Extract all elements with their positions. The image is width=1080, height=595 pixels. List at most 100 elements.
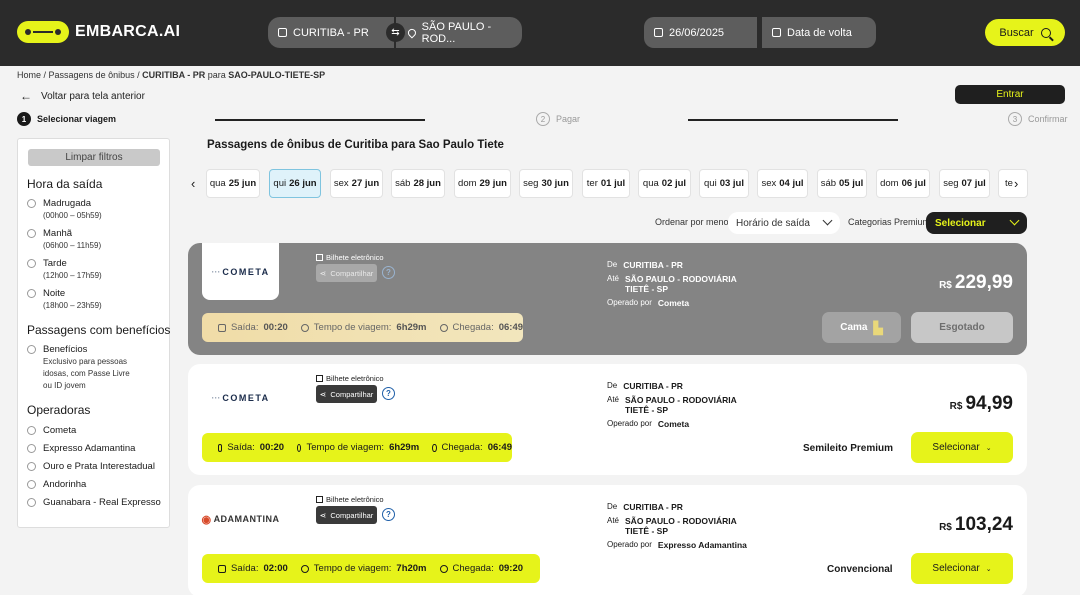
- back-label: Voltar para tela anterior: [41, 90, 145, 102]
- radio-button[interactable]: [27, 289, 36, 298]
- seat-type-cama: Cama ▙: [822, 312, 901, 343]
- help-icon[interactable]: ?: [382, 387, 395, 400]
- share-icon: ⋖: [319, 268, 327, 278]
- logo-mark-icon: [17, 21, 69, 43]
- search-button[interactable]: Buscar: [985, 19, 1065, 46]
- seat-type-label: Convencional: [827, 564, 893, 575]
- date-chip[interactable]: ter 01 jul: [582, 169, 630, 198]
- e-ticket-label: Bilhete eletrônico: [316, 374, 384, 383]
- trip-price: R$ 229,99: [939, 272, 1013, 293]
- clear-filters-button[interactable]: Limpar filtros: [28, 149, 160, 166]
- filter-operator-guanabara[interactable]: Guanabara - Real Expresso: [27, 497, 161, 509]
- breadcrumb-home[interactable]: Home: [17, 70, 41, 80]
- share-button[interactable]: ⋖ Compartilhar: [316, 264, 377, 282]
- filter-operator-adamantina[interactable]: Expresso Adamantina: [27, 443, 135, 455]
- date-chip[interactable]: sáb 28 jun: [391, 169, 445, 198]
- trip-card: ··· COMETA Bilhete eletrônico ⋖ Compartilh…: [188, 243, 1027, 355]
- filter-madrugada[interactable]: Madrugada (00h00 – 05h59): [27, 198, 102, 222]
- radio-button[interactable]: [27, 199, 36, 208]
- radio-button[interactable]: [27, 345, 36, 354]
- clock-icon: [297, 443, 302, 452]
- departure-date-value: 26/06/2025: [669, 26, 725, 39]
- radio-button[interactable]: [27, 229, 36, 238]
- date-chip[interactable]: sex 04 jul: [757, 169, 808, 198]
- swap-route-button[interactable]: ⇆: [386, 23, 405, 42]
- chevron-left-icon[interactable]: ‹: [191, 176, 195, 191]
- date-chip[interactable]: sáb 05 jul: [817, 169, 867, 198]
- operator-logo-cometa: ··· COMETA: [202, 370, 279, 426]
- arrow-left-icon: ←: [20, 89, 32, 103]
- radio-button[interactable]: [27, 480, 36, 489]
- filter-tarde[interactable]: Tarde (12h00 – 17h59): [27, 258, 102, 282]
- radio-button[interactable]: [27, 426, 36, 435]
- date-chip[interactable]: qua 25 jun: [206, 169, 260, 198]
- date-chip[interactable]: dom 29 jun: [454, 169, 511, 198]
- radio-button[interactable]: [27, 259, 36, 268]
- filter-noite[interactable]: Noite (18h00 – 23h59): [27, 288, 102, 312]
- sort-select[interactable]: Horário de saída: [728, 212, 840, 234]
- premium-select[interactable]: Selecionar: [926, 212, 1027, 234]
- operator-logo-cometa: ··· COMETA: [202, 243, 279, 300]
- back-link[interactable]: ← Voltar para tela anterior: [20, 89, 145, 103]
- e-ticket-label: Bilhete eletrônico: [316, 495, 384, 504]
- premium-label: Categorias Premium: [848, 217, 931, 227]
- destination-field[interactable]: SÃO PAULO - ROD...: [396, 17, 522, 48]
- date-chip-selected[interactable]: qui 26 jun: [269, 169, 321, 198]
- logo[interactable]: EMBARCA.AI: [17, 21, 180, 43]
- calendar-icon: [654, 28, 663, 37]
- trip-card: ◉ ADAMANTINA Bilhete eletrônico ⋖ Comparti…: [188, 485, 1027, 595]
- location-pin-icon: [406, 26, 418, 39]
- return-date-field[interactable]: Data de volta: [762, 17, 876, 48]
- operator-logo-adamantina: ◉ ADAMANTINA: [201, 491, 279, 547]
- breadcrumb-from: CURITIBA - PR: [142, 70, 206, 80]
- chevron-down-icon: [1009, 215, 1020, 226]
- logo-text: EMBARCA.AI: [75, 23, 181, 40]
- progress-steps: 1 Selecionar viagem 2 Pagar 3 Confirmar: [17, 112, 1068, 128]
- route-info: De CURITIBA - PR Até SÃO PAULO - RODOVIÁRI…: [607, 502, 747, 550]
- date-chip[interactable]: te: [998, 169, 1028, 198]
- breadcrumb-section[interactable]: Passagens de ônibus: [49, 70, 135, 80]
- help-icon[interactable]: ?: [382, 508, 395, 521]
- filters-sidebar: Limpar filtros Hora da saída Madrugada (0…: [17, 138, 170, 528]
- step-divider: [688, 119, 898, 121]
- radio-button[interactable]: [27, 444, 36, 453]
- login-button[interactable]: Entrar: [955, 85, 1065, 104]
- help-icon[interactable]: ?: [382, 266, 395, 279]
- share-button[interactable]: ⋖ Compartilhar: [316, 506, 377, 524]
- departure-date-field[interactable]: 26/06/2025: [644, 17, 757, 48]
- filter-operator-andorinha[interactable]: Andorinha: [27, 479, 86, 491]
- select-trip-button[interactable]: Selecionar ⌄: [911, 432, 1013, 463]
- calendar-icon: [772, 28, 781, 37]
- return-date-placeholder: Data de volta: [787, 26, 852, 39]
- date-chip[interactable]: sex 27 jun: [330, 169, 383, 198]
- select-trip-button[interactable]: Selecionar ⌄: [911, 553, 1013, 584]
- filter-operator-cometa[interactable]: Cometa: [27, 425, 76, 437]
- clock-icon: [300, 564, 309, 573]
- seat-icon: ▙: [873, 320, 883, 335]
- filter-operator-ouro-prata[interactable]: Ouro e Prata Interestadual: [27, 461, 155, 473]
- share-button[interactable]: ⋖ Compartilhar: [316, 385, 377, 403]
- step-pay: 2 Pagar: [536, 112, 580, 126]
- share-icon: ⋖: [319, 389, 327, 399]
- date-chip[interactable]: seg 07 jul: [939, 169, 990, 198]
- date-chip[interactable]: seg 30 jun: [519, 169, 573, 198]
- location-pin-icon: [439, 323, 448, 332]
- radio-button[interactable]: [27, 462, 36, 471]
- radio-button[interactable]: [27, 498, 36, 507]
- bus-icon: [218, 564, 226, 573]
- bus-icon: [278, 28, 287, 37]
- filter-manha[interactable]: Manhã (06h00 – 11h59): [27, 228, 101, 252]
- date-chip[interactable]: qui 03 jul: [699, 169, 749, 198]
- location-pin-icon: [439, 564, 448, 573]
- filter-benefits[interactable]: Benefícios Exclusivo para pessoas idosas…: [27, 344, 130, 392]
- date-chip[interactable]: qua 02 jul: [638, 169, 691, 198]
- qr-code-icon: [316, 496, 323, 503]
- search-icon: [1040, 27, 1051, 38]
- trip-price: R$ 94,99: [949, 393, 1013, 414]
- trip-times-bar: Saída: 00:20 Tempo de viagem: 6h29m Chegad…: [202, 313, 524, 342]
- qr-code-icon: [316, 254, 323, 261]
- origin-field[interactable]: CURITIBA - PR: [268, 17, 394, 48]
- chevron-right-icon[interactable]: ›: [1014, 176, 1018, 191]
- date-chip[interactable]: dom 06 jul: [876, 169, 930, 198]
- trip-times-bar: Saída: 02:00 Tempo de viagem: 7h20m Chegad…: [202, 554, 540, 583]
